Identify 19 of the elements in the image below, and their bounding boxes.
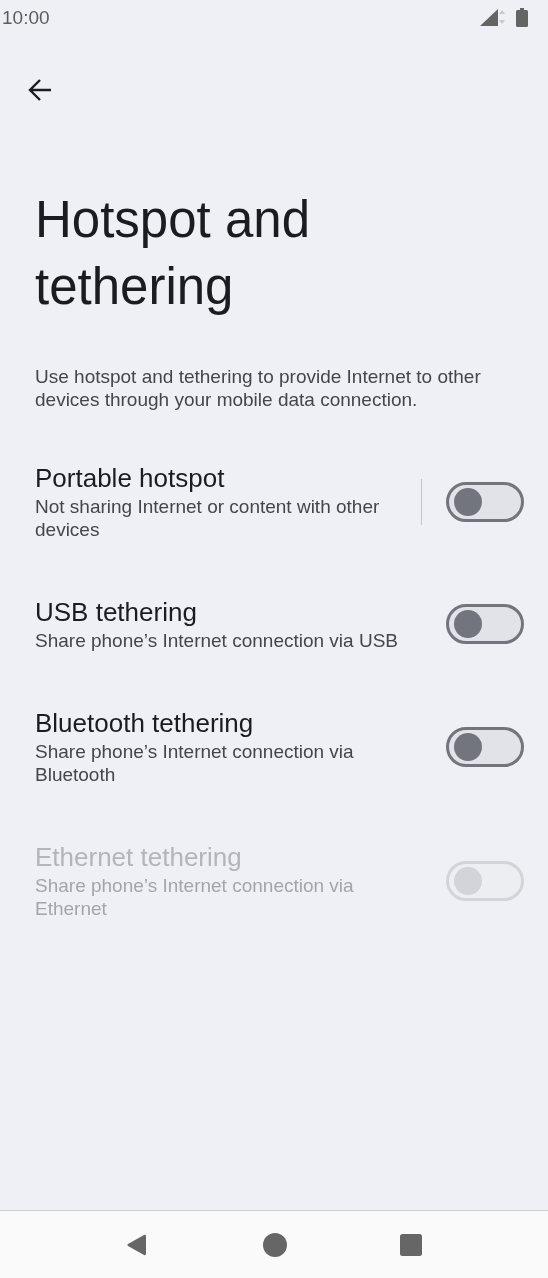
battery-icon xyxy=(516,8,528,28)
setting-title: Bluetooth tethering xyxy=(35,707,255,740)
setting-description: Share phone’s Internet connection via Bluetooth xyxy=(35,740,355,786)
setting-title: USB tethering xyxy=(35,596,198,629)
page-description: Use hotspot and tethering to provide Internet to other devices through your mobile data connection. xyxy=(35,365,482,411)
signal-icon xyxy=(480,8,508,28)
home-circle-icon[interactable] xyxy=(263,1232,287,1257)
setting-title: Portable hotspot xyxy=(35,462,226,495)
overview-square-icon[interactable] xyxy=(399,1233,422,1256)
toggle-switch[interactable] xyxy=(446,726,524,767)
status-time: 10:00 xyxy=(2,7,51,29)
setting-title: Ethernet tethering xyxy=(35,841,243,874)
setting-description: Not sharing Internet or content with other devices xyxy=(35,495,381,541)
back-arrow-icon xyxy=(28,79,52,101)
page-title: Hotspot and tethering xyxy=(35,190,312,317)
toggle-switch[interactable] xyxy=(446,604,524,644)
toggle-switch[interactable] xyxy=(446,481,524,522)
setting-description: Share phone’s Internet connection via Ethernet xyxy=(35,874,355,920)
setting-description: Share phone’s Internet connection via USB xyxy=(35,629,399,652)
